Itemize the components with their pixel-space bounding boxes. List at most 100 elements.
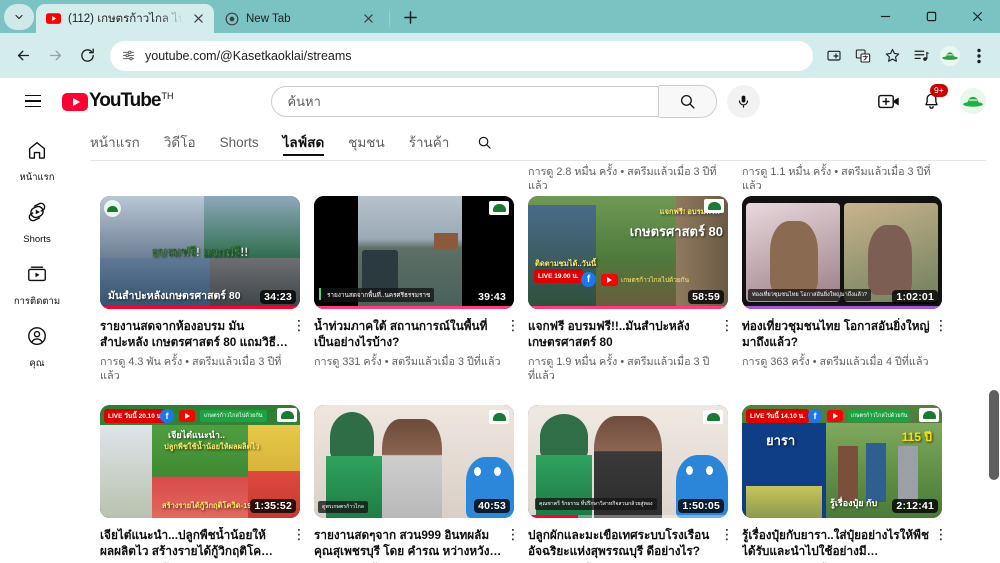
video-thumbnail[interactable]: LIVE วันนี้ 20.10 น. f เกษตรก้าวไกลไปด้ว… bbox=[100, 405, 300, 518]
youtube-icon bbox=[179, 410, 195, 422]
tab-close-icon[interactable] bbox=[360, 11, 376, 27]
video-thumbnail[interactable]: อบรมฟรี! แจกฟรี!! มันสำปะหลังเกษตรศาสตร์… bbox=[100, 196, 300, 309]
video-meta: การดู 1.1 หมื่น ครั้ง • สตรีมแล้วเมื่อ 3… bbox=[742, 166, 931, 192]
channel-tab-shorts[interactable]: Shorts bbox=[220, 124, 259, 160]
create-video-icon[interactable] bbox=[876, 88, 902, 114]
notification-count-badge: 9+ bbox=[930, 84, 948, 97]
channel-tab-live[interactable]: ไลฟ์สด bbox=[282, 124, 324, 160]
window-minimize-button[interactable] bbox=[862, 0, 908, 33]
video-menu-icon[interactable]: ⋮ bbox=[504, 318, 522, 369]
video-thumbnail[interactable]: ท่องเที่ยวชุมชนไทย โอกาสอันยิ่งใหญ่มาถึง… bbox=[742, 196, 942, 309]
video-title[interactable]: รายงานสดๆจาก สวน999 อินทผลัมคุณสุเพชรบุร… bbox=[314, 527, 502, 559]
profile-avatar-icon[interactable] bbox=[937, 43, 963, 69]
channel-watermark-text: เกษตรก้าวไกลไปด้วยกัน bbox=[848, 410, 911, 422]
youtube-country-code: TH bbox=[161, 91, 174, 101]
video-title[interactable]: เจียไต๋แนะนำ...ปลูกพืชน้ำน้อยให้ผลผลิตไว… bbox=[100, 527, 288, 559]
video-menu-icon[interactable]: ⋮ bbox=[290, 527, 308, 563]
tab-strip: (112) เกษตรก้าวไกล ไปด้วยกัน - You New T… bbox=[0, 0, 1000, 33]
channel-tab-home[interactable]: หน้าแรก bbox=[90, 124, 140, 160]
star-icon[interactable] bbox=[879, 43, 905, 69]
browser-toolbar: youtube.com/@Kasetkaoklai/streams bbox=[0, 33, 1000, 78]
video-menu-icon[interactable]: ⋮ bbox=[718, 527, 736, 563]
video-card: รายงานสดจากพื้นที่..นครศรีธรรมราช 39:43 … bbox=[314, 196, 522, 383]
video-title[interactable]: แจกฟรี อบรมฟรี!!..มันสำปะหลัง เกษตรศาสตร… bbox=[528, 318, 716, 350]
video-title[interactable]: รู้เรื่องปุ๋ยกับยารา..ใส่ปุ๋ยอย่างไรให้พ… bbox=[742, 527, 930, 559]
forward-arrow-icon[interactable] bbox=[40, 41, 70, 71]
search-placeholder: ค้นหา bbox=[287, 93, 321, 109]
video-duration: 1:02:01 bbox=[892, 290, 938, 304]
sidebar-item-label: Shorts bbox=[23, 234, 51, 245]
video-menu-icon[interactable]: ⋮ bbox=[932, 318, 950, 369]
video-duration: 2:12:41 bbox=[892, 499, 938, 513]
video-duration: 58:59 bbox=[688, 290, 724, 304]
channel-tab-videos[interactable]: วิดีโอ bbox=[164, 124, 196, 160]
window-close-button[interactable] bbox=[954, 0, 1000, 33]
video-meta-block: น้ำท่วมภาคใต้ สถานการณ์ในพื้นที่เป็นอย่า… bbox=[314, 309, 522, 369]
voice-search-button[interactable] bbox=[727, 84, 761, 118]
youtube-icon bbox=[601, 274, 618, 286]
scrollbar-thumb[interactable] bbox=[989, 390, 999, 480]
account-avatar[interactable] bbox=[960, 88, 986, 114]
translate-icon[interactable] bbox=[850, 43, 876, 69]
sidebar-item-label: หน้าแรก bbox=[19, 172, 55, 183]
sidebar-item-home[interactable]: หน้าแรก bbox=[0, 130, 74, 192]
video-thumbnail[interactable]: รายงานสดจากพื้นที่..นครศรีธรรมราช 39:43 bbox=[314, 196, 514, 309]
progress-bar bbox=[528, 306, 728, 309]
search-button[interactable] bbox=[659, 84, 718, 118]
playlist-icon[interactable] bbox=[908, 43, 934, 69]
tab-separator bbox=[389, 11, 390, 27]
mini-sidebar: หน้าแรก Shorts การติดตาม คุณ bbox=[0, 124, 74, 378]
partial-cell: การดู 2.8 หมื่น ครั้ง • สตรีมแล้วเมื่อ 3… bbox=[528, 160, 736, 193]
video-menu-icon[interactable]: ⋮ bbox=[504, 527, 522, 563]
browser-tab-youtube[interactable]: (112) เกษตรก้าวไกล ไปด้วยกัน - You bbox=[36, 4, 214, 33]
video-menu-icon[interactable]: ⋮ bbox=[290, 318, 308, 383]
youtube-logo[interactable]: YouTube TH bbox=[62, 91, 173, 111]
channel-tab-store[interactable]: ร้านค้า bbox=[409, 124, 450, 160]
video-title[interactable]: ท่องเที่ยวชุมชนไทย โอกาสอันยิ่งใหญ่มาถึง… bbox=[742, 318, 930, 350]
video-stats: การดู 331 ครั้ง • สตรีมแล้วเมื่อ 3 ปีที่… bbox=[314, 356, 501, 368]
channel-search-icon[interactable] bbox=[473, 131, 495, 153]
thumbnail-overlay-sub: ปลูกพืชใช้น้ำน้อยให้ผลผลิตไว bbox=[164, 442, 260, 452]
video-duration: 1:35:52 bbox=[250, 499, 296, 513]
browser-tab-newtab[interactable]: New Tab bbox=[214, 4, 384, 33]
sidebar-item-you[interactable]: คุณ bbox=[0, 316, 74, 378]
youtube-icon bbox=[827, 410, 843, 422]
channel-tab-community[interactable]: ชุมชน bbox=[348, 124, 384, 160]
page-scrollbar[interactable] bbox=[987, 160, 1000, 563]
notifications-bell-icon[interactable]: 9+ bbox=[918, 84, 948, 114]
three-dot-menu-icon[interactable] bbox=[966, 43, 992, 69]
reload-icon[interactable] bbox=[72, 41, 102, 71]
header-right-actions: 9+ bbox=[876, 78, 986, 124]
video-title[interactable]: ปลูกผักและมะเขือเทศระบบโรงเรือนอัจฉริยะแ… bbox=[528, 527, 716, 559]
site-settings-icon[interactable] bbox=[118, 46, 138, 66]
search-input[interactable]: ค้นหา bbox=[271, 85, 660, 117]
new-tab-button[interactable] bbox=[397, 4, 423, 30]
video-thumbnail[interactable]: คุณชาตรี รักธรรม ที่ปรึกษาวิสาหกิจสวนกล้… bbox=[528, 405, 728, 518]
video-thumbnail[interactable]: ดูพรเกษตรก้าวไกล 40:53 bbox=[314, 405, 514, 518]
back-arrow-icon[interactable] bbox=[8, 41, 38, 71]
sidebar-item-shorts[interactable]: Shorts bbox=[0, 192, 74, 254]
browser-window: (112) เกษตรก้าวไกล ไปด้วยกัน - You New T… bbox=[0, 0, 1000, 563]
video-thumbnail[interactable]: เกษตรศาสตร์ 80 แจกฟรี! อบรมฟรี!! ติดตามช… bbox=[528, 196, 728, 309]
address-bar[interactable]: youtube.com/@Kasetkaoklai/streams bbox=[110, 40, 813, 71]
video-meta-block: รายงานสดจากห้องอบรม มันสำปะหลัง เกษตรศาส… bbox=[100, 309, 308, 383]
caption-accent bbox=[319, 288, 321, 300]
cast-icon[interactable] bbox=[821, 43, 847, 69]
video-row: อบรมฟรี! แจกฟรี!! มันสำปะหลังเกษตรศาสตร์… bbox=[100, 196, 978, 383]
sidebar-item-subscriptions[interactable]: การติดตาม bbox=[0, 254, 74, 316]
window-maximize-button[interactable] bbox=[908, 0, 954, 33]
hamburger-menu-icon[interactable] bbox=[16, 84, 50, 118]
video-menu-icon[interactable]: ⋮ bbox=[932, 527, 950, 563]
thumbnail-overlay-bottom: รู้เรื่องปุ๋ย กับ bbox=[830, 498, 878, 508]
youtube-favicon-icon bbox=[46, 11, 61, 26]
tab-close-icon[interactable] bbox=[190, 11, 206, 27]
youtube-header: YouTube TH ค้นหา 9+ bbox=[0, 78, 1000, 124]
video-menu-icon[interactable]: ⋮ bbox=[718, 318, 736, 383]
video-thumbnail[interactable]: LIVE วันนี้ 14.10 น. f เกษตรก้าวไกลไปด้ว… bbox=[742, 405, 942, 518]
thumbnail-overlay-bottom: มันสำปะหลังเกษตรศาสตร์ 80 bbox=[108, 290, 241, 302]
video-grid: การดู 2.8 หมื่น ครั้ง • สตรีมแล้วเมื่อ 3… bbox=[74, 160, 1000, 563]
video-title[interactable]: รายงานสดจากห้องอบรม มันสำปะหลัง เกษตรศาส… bbox=[100, 318, 288, 350]
tab-search-chevron-icon[interactable] bbox=[4, 4, 34, 30]
video-title[interactable]: น้ำท่วมภาคใต้ สถานการณ์ในพื้นที่เป็นอย่า… bbox=[314, 318, 502, 350]
channel-logo-badge bbox=[489, 410, 509, 424]
